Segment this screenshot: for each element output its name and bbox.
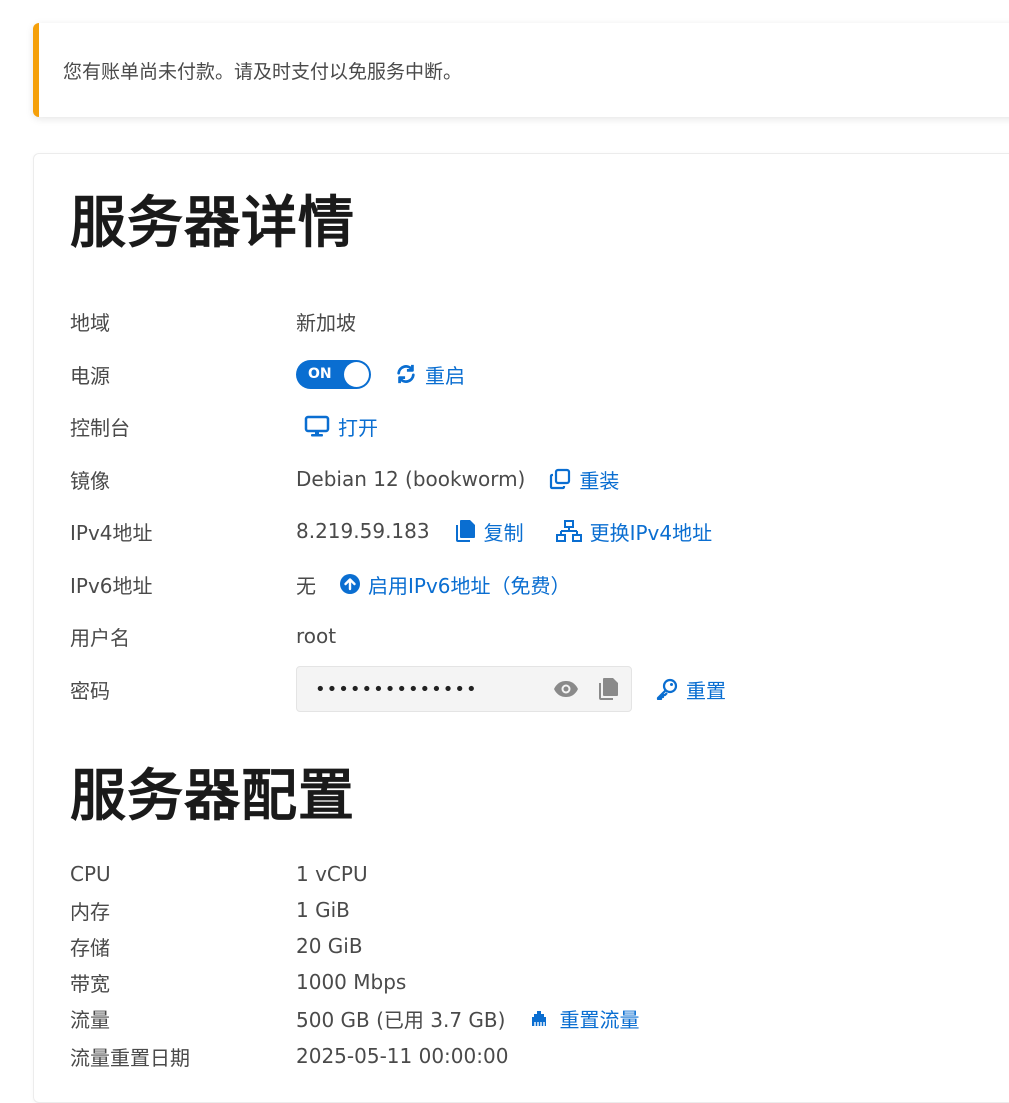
memory-row: 内存 1 GiB (70, 892, 1009, 928)
username-value: root (296, 624, 337, 648)
ethernet-icon (532, 1011, 547, 1026)
console-label: 控制台 (70, 415, 130, 440)
bandwidth-value: 1000 Mbps (296, 970, 407, 994)
reset-traffic-button[interactable]: 重置流量 (527, 1004, 639, 1033)
power-controls: ON 重启 (296, 359, 465, 389)
network-icon (555, 520, 582, 542)
toggle-knob (344, 361, 369, 387)
password-row: 密码 •••••••••••••• 重置 (70, 666, 1009, 712)
reinstall-button[interactable]: 重装 (549, 465, 619, 494)
ipv4-value: 8.219.59.183 (296, 519, 430, 543)
ipv4-copy-label: 复制 (483, 520, 524, 545)
monitor-icon (304, 415, 330, 437)
password-masked: •••••••••••••• (315, 678, 478, 700)
ipv6-value: 无 (296, 573, 316, 598)
power-row: 电源 ON 重启 (70, 354, 1009, 394)
arrow-up-circle-icon (340, 574, 360, 594)
cpu-row: CPU 1 vCPU (70, 856, 1009, 892)
reset-traffic-label: 重置流量 (559, 1007, 640, 1032)
reset-password-label: 重置 (686, 678, 726, 703)
restart-button[interactable]: 重启 (395, 360, 465, 389)
username-label: 用户名 (70, 625, 130, 650)
bandwidth-row: 带宽 1000 Mbps (70, 964, 1009, 1000)
image-label: 镜像 (70, 468, 110, 493)
enable-ipv6-button[interactable]: 启用IPv6地址（免费） (340, 570, 571, 599)
reinstall-label: 重装 (579, 468, 620, 493)
ipv6-controls: 无 启用IPv6地址（免费） (296, 570, 571, 599)
copy-icon[interactable] (599, 678, 619, 700)
ipv4-row: IPv4地址 8.219.59.183 复制 更换IPv4地址 (70, 511, 1009, 551)
region-row: 地域 新加坡 (70, 301, 1009, 341)
traffic-controls: 500 GB (已用 3.7 GB) 重置流量 (296, 1004, 639, 1033)
memory-label: 内存 (70, 899, 110, 924)
change-ipv4-button[interactable]: 更换IPv4地址 (555, 517, 713, 546)
storage-row: 存储 20 GiB (70, 928, 1009, 964)
change-ipv4-label: 更换IPv4地址 (589, 520, 713, 545)
bandwidth-label: 带宽 (70, 971, 110, 996)
ipv6-label: IPv6地址 (70, 573, 153, 598)
unpaid-bill-alert: 您有账单尚未付款。请及时支付以免服务中断。 (33, 23, 1009, 117)
ipv4-controls: 8.219.59.183 复制 更换IPv4地址 (296, 517, 712, 546)
password-field[interactable]: •••••••••••••• (296, 666, 632, 712)
console-open-button[interactable]: 打开 (304, 412, 378, 441)
copy-icon (455, 520, 475, 542)
console-row: 控制台 打开 (70, 406, 1009, 446)
server-card: 服务器详情 地域 新加坡 电源 ON 重启 控制台 打开 镜像 Debian 1… (33, 153, 1009, 1103)
password-label: 密码 (70, 678, 110, 703)
console-controls: 打开 (296, 412, 378, 441)
restart-label: 重启 (425, 363, 465, 388)
config-title: 服务器配置 (70, 764, 355, 829)
power-toggle[interactable]: ON (296, 359, 371, 389)
storage-value: 20 GiB (296, 934, 363, 958)
eye-icon[interactable] (553, 679, 579, 699)
traffic-row: 流量 500 GB (已用 3.7 GB) 重置流量 (70, 1000, 1009, 1036)
image-controls: Debian 12 (bookworm) 重装 (296, 465, 619, 494)
image-value: Debian 12 (bookworm) (296, 467, 526, 491)
alert-text: 您有账单尚未付款。请及时支付以免服务中断。 (63, 60, 463, 83)
details-title: 服务器详情 (70, 191, 355, 256)
username-row: 用户名 root (70, 616, 1009, 656)
ipv4-copy-button[interactable]: 复制 (455, 517, 524, 546)
ipv4-label: IPv4地址 (70, 520, 153, 545)
traffic-value: 500 GB (已用 3.7 GB) (296, 1007, 506, 1032)
memory-value: 1 GiB (296, 898, 350, 922)
cpu-label: CPU (70, 862, 111, 886)
refresh-icon (397, 364, 415, 384)
clone-icon (550, 468, 571, 490)
ipv6-row: IPv6地址 无 启用IPv6地址（免费） (70, 564, 1009, 604)
reset-date-label: 流量重置日期 (70, 1045, 190, 1070)
reset-password-button[interactable]: 重置 (656, 675, 726, 704)
power-label: 电源 (70, 363, 110, 388)
console-open-label: 打开 (338, 415, 378, 440)
storage-label: 存储 (70, 935, 110, 960)
region-value: 新加坡 (296, 310, 356, 335)
cpu-value: 1 vCPU (296, 862, 368, 886)
password-controls: •••••••••••••• 重置 (296, 666, 726, 712)
reset-date-row: 流量重置日期 2025-05-11 00:00:00 (70, 1038, 1009, 1074)
enable-ipv6-label: 启用IPv6地址（免费） (368, 573, 571, 598)
traffic-label: 流量 (70, 1007, 110, 1032)
key-icon (656, 678, 678, 700)
power-toggle-text: ON (308, 366, 332, 382)
reset-date-value: 2025-05-11 00:00:00 (296, 1044, 509, 1068)
image-row: 镜像 Debian 12 (bookworm) 重装 (70, 459, 1009, 499)
region-label: 地域 (70, 310, 110, 335)
